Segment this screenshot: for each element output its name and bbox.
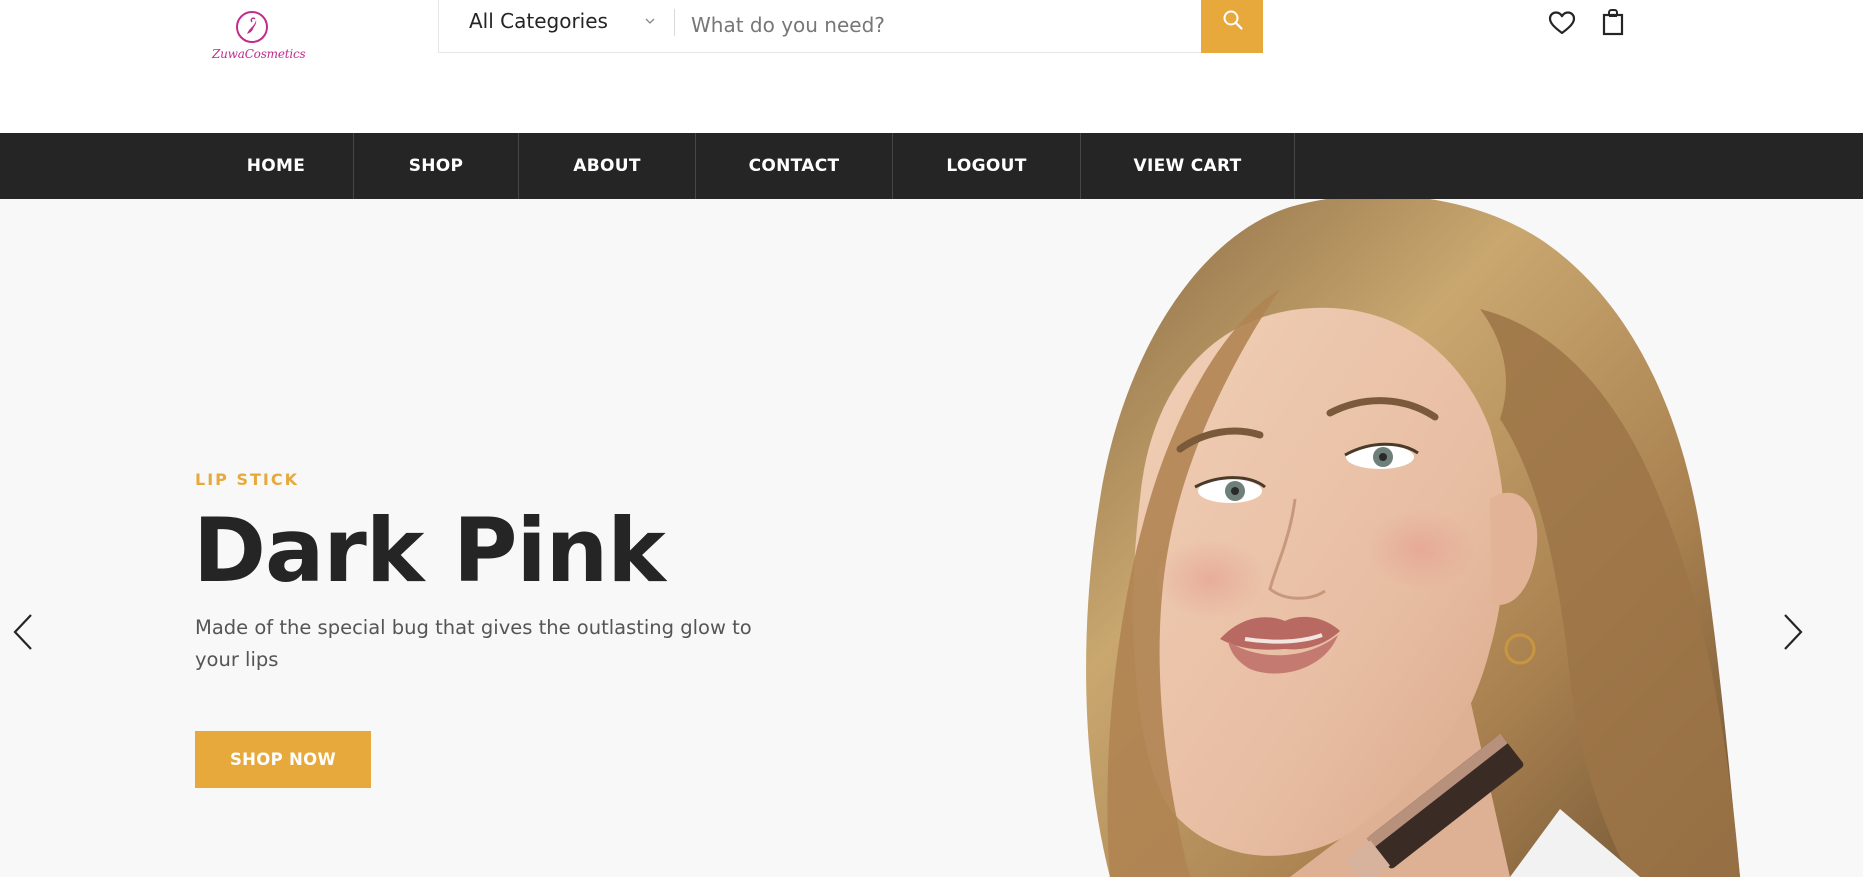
hero-subtitle: LIP STICK	[195, 470, 299, 489]
nav-item-about[interactable]: ABOUT	[519, 133, 696, 199]
search-icon	[1223, 10, 1243, 30]
main-nav: HOME SHOP ABOUT CONTACT LOGOUT VIEW CART	[0, 133, 1863, 199]
heart-icon[interactable]	[1548, 10, 1576, 36]
hero-title: Dark Pink	[193, 499, 666, 602]
category-select[interactable]: All Categories	[439, 0, 674, 52]
shopping-bag-icon[interactable]	[1601, 8, 1625, 36]
nav-item-logout[interactable]: LOGOUT	[893, 133, 1081, 199]
shop-now-button[interactable]: SHOP NOW	[195, 731, 371, 788]
chevron-left-icon[interactable]	[10, 612, 36, 652]
logo-mark-icon	[236, 11, 268, 43]
hero-banner: LIP STICK Dark Pink Made of the special …	[0, 199, 1863, 877]
search-bar: All Categories	[438, 0, 1263, 53]
hero-model-image	[1086, 199, 1740, 877]
site-header: ZuwaCosmetics All Categories	[0, 0, 1863, 133]
nav-item-shop[interactable]: SHOP	[354, 133, 519, 199]
category-select-value: All Categories	[469, 9, 608, 33]
nav-item-view-cart[interactable]: VIEW CART	[1081, 133, 1295, 199]
search-button[interactable]	[1201, 0, 1263, 53]
search-divider	[674, 9, 675, 36]
nav-item-contact[interactable]: CONTACT	[696, 133, 893, 199]
chevron-right-icon[interactable]	[1780, 612, 1806, 652]
hero-description: Made of the special bug that gives the o…	[195, 616, 752, 671]
logo-text: ZuwaCosmetics	[212, 47, 306, 61]
brand-logo[interactable]: ZuwaCosmetics	[206, 8, 316, 68]
chevron-down-icon	[645, 18, 655, 24]
search-input[interactable]	[689, 6, 1173, 44]
nav-item-home[interactable]: HOME	[199, 133, 354, 199]
